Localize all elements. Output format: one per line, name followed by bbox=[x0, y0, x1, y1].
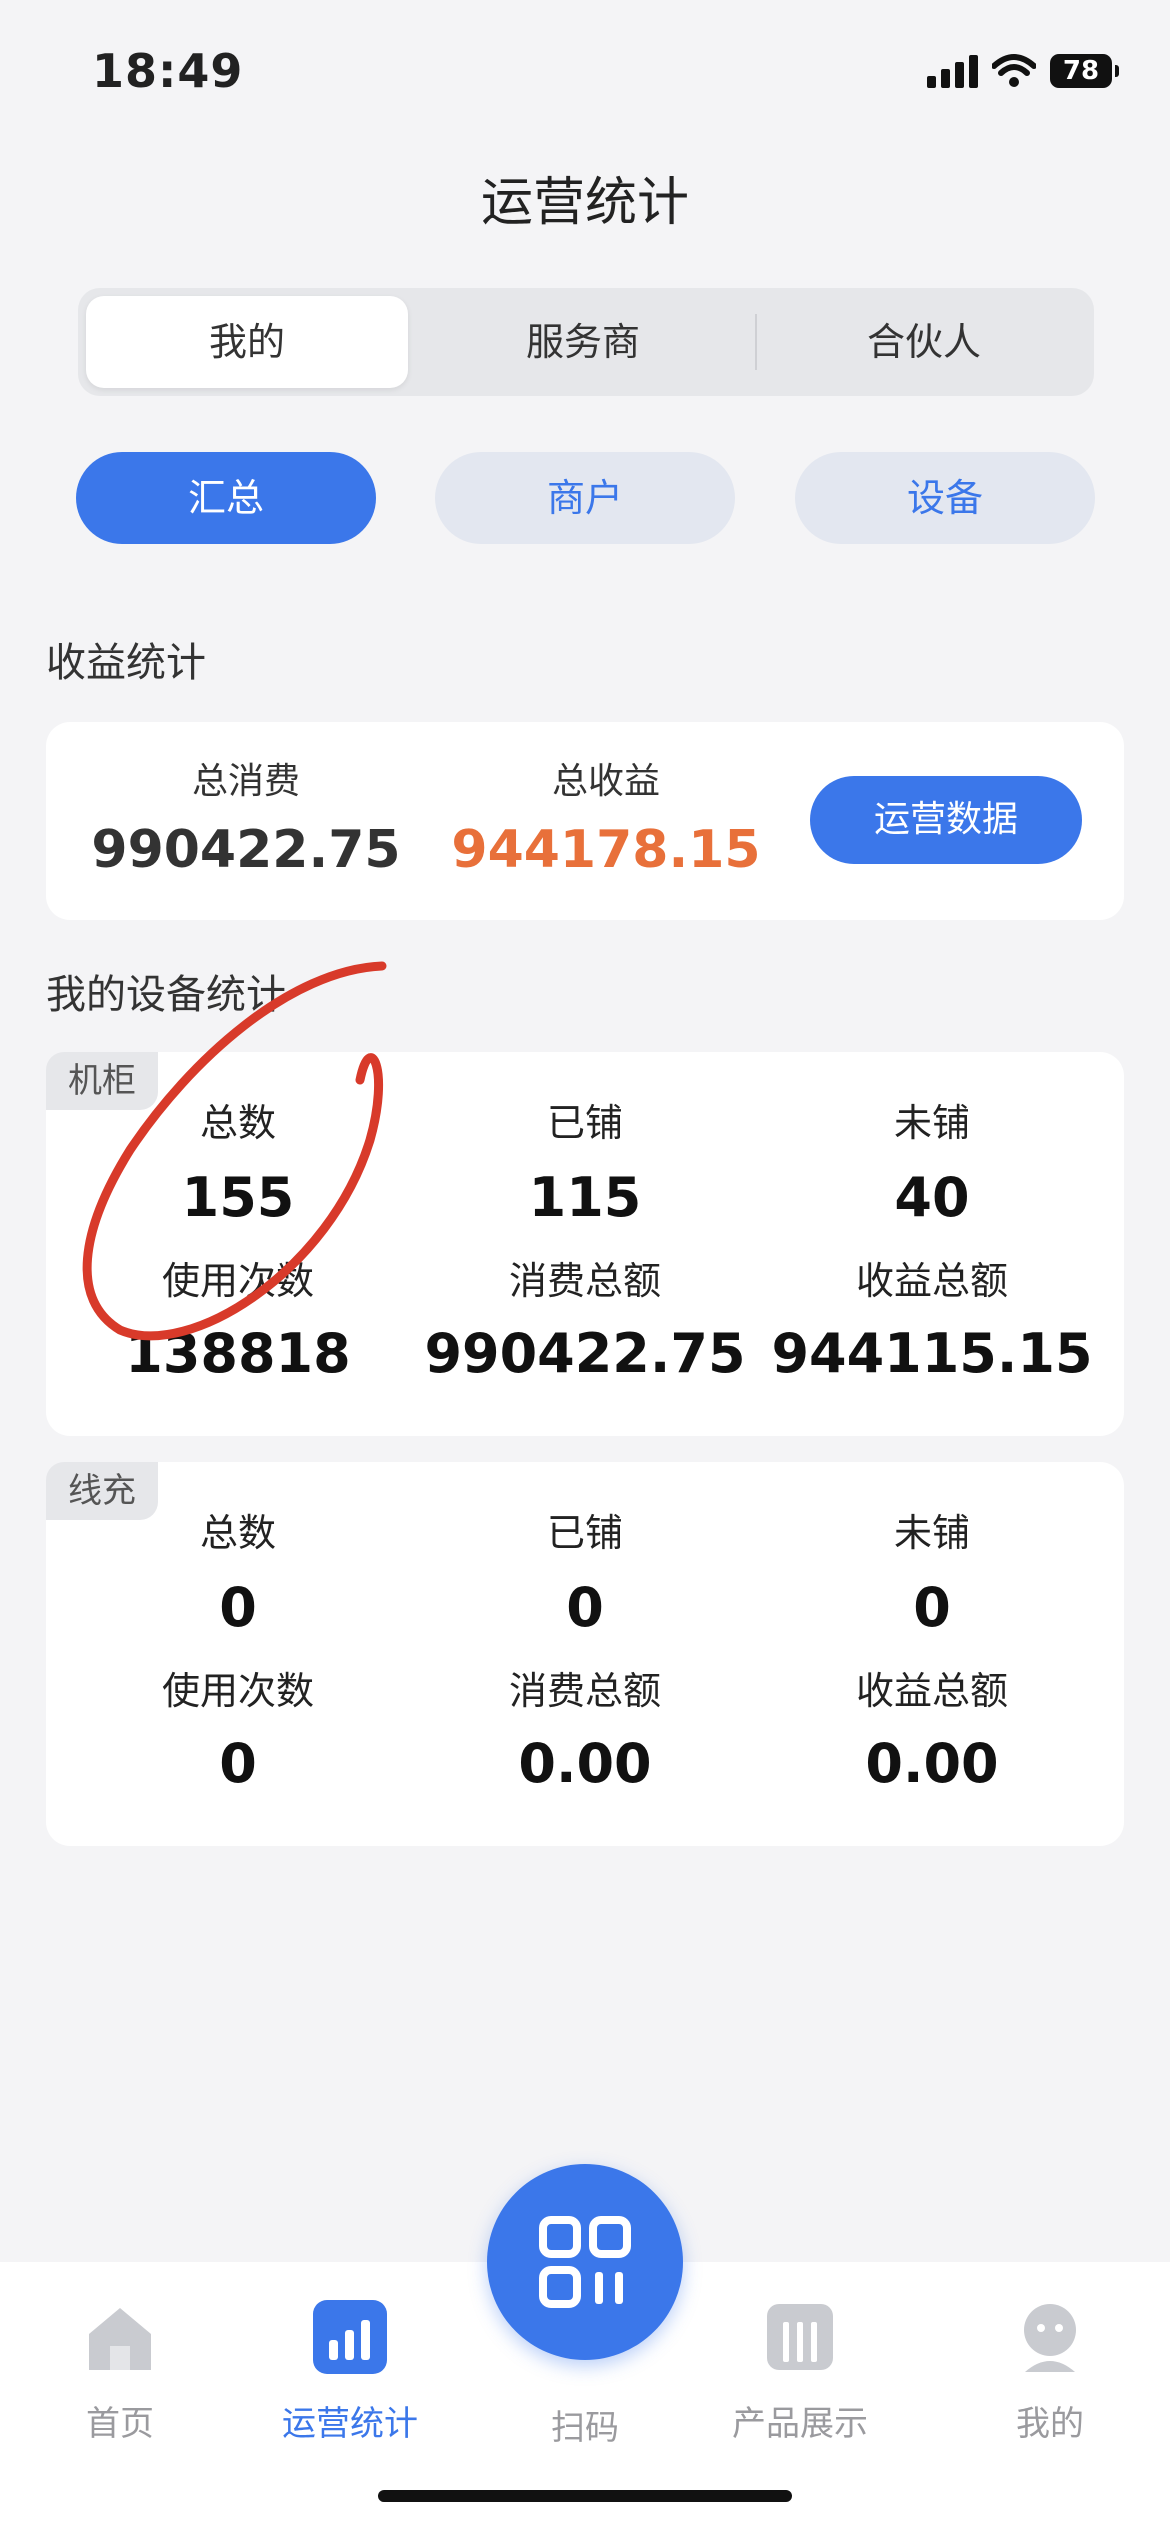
wifi-icon bbox=[992, 54, 1036, 87]
filter-device-button[interactable]: 设备 bbox=[795, 452, 1095, 544]
cable-total-label: 总数 bbox=[199, 1511, 276, 1555]
scan-label: 扫码 bbox=[551, 2408, 619, 2448]
segment-divider bbox=[755, 314, 757, 370]
tab-operation-stats[interactable]: 运营统计 bbox=[250, 2300, 450, 2445]
tab-products-label: 产品展示 bbox=[732, 2404, 868, 2444]
cable-total-value: 0 bbox=[219, 1576, 257, 1639]
cable-income-value: 0.00 bbox=[865, 1732, 999, 1795]
total-income-label: 总收益 bbox=[551, 761, 660, 802]
home-indicator bbox=[378, 2490, 792, 2502]
tab-profile-label: 我的 bbox=[1016, 2404, 1084, 2444]
filter-merchant-button[interactable]: 商户 bbox=[435, 452, 735, 544]
profile-icon bbox=[1024, 2304, 1076, 2372]
segment-mine[interactable]: 我的 bbox=[86, 296, 408, 388]
tab-home-label: 首页 bbox=[86, 2404, 154, 2444]
scan-button[interactable] bbox=[487, 2164, 683, 2360]
operation-data-button[interactable]: 运营数据 bbox=[810, 776, 1082, 864]
total-consumption-value: 990422.75 bbox=[91, 820, 401, 880]
scan-icon bbox=[539, 2216, 631, 2308]
tab-home[interactable]: 首页 bbox=[20, 2300, 220, 2445]
cabinet-undeployed-value: 40 bbox=[894, 1166, 970, 1229]
status-time: 18:49 bbox=[92, 44, 244, 98]
home-icon bbox=[89, 2308, 151, 2370]
battery-icon: 78 bbox=[1050, 54, 1119, 88]
cabinet-undeployed-label: 未铺 bbox=[893, 1101, 970, 1145]
page-title: 运营统计 bbox=[480, 173, 689, 233]
status-icons: 78 bbox=[927, 54, 1119, 88]
red-circle-annotation bbox=[82, 961, 387, 1341]
cabinet-income-value: 944115.15 bbox=[771, 1322, 1093, 1385]
revenue-section-title: 收益统计 bbox=[46, 640, 206, 686]
role-segmented-control: 我的 服务商 合伙人 bbox=[78, 288, 1094, 396]
segment-service-provider[interactable]: 服务商 bbox=[418, 296, 748, 388]
segment-partner[interactable]: 合伙人 bbox=[762, 296, 1086, 388]
cabinet-consumption-label: 消费总额 bbox=[508, 1259, 661, 1303]
cabinet-income-label: 收益总额 bbox=[855, 1259, 1008, 1303]
cabinet-deployed-value: 115 bbox=[528, 1166, 642, 1229]
product-icon bbox=[767, 2304, 833, 2370]
tab-products[interactable]: 产品展示 bbox=[700, 2300, 900, 2445]
tab-operation-stats-label: 运营统计 bbox=[282, 2404, 418, 2444]
cable-undeployed-value: 0 bbox=[913, 1576, 951, 1639]
cable-usage-label: 使用次数 bbox=[161, 1669, 314, 1713]
cable-usage-value: 0 bbox=[219, 1732, 257, 1795]
bar-chart-icon bbox=[313, 2300, 387, 2374]
total-income-value: 944178.15 bbox=[451, 820, 761, 880]
filter-summary-button[interactable]: 汇总 bbox=[76, 452, 376, 544]
cable-deployed-label: 已铺 bbox=[546, 1511, 623, 1555]
tab-profile[interactable]: 我的 bbox=[950, 2300, 1150, 2445]
cabinet-deployed-label: 已铺 bbox=[546, 1101, 623, 1145]
cable-consumption-value: 0.00 bbox=[518, 1732, 652, 1795]
cellular-signal-icon bbox=[927, 54, 978, 88]
cabinet-consumption-value: 990422.75 bbox=[424, 1322, 746, 1385]
cable-deployed-value: 0 bbox=[566, 1576, 604, 1639]
cable-consumption-label: 消费总额 bbox=[508, 1669, 661, 1713]
total-consumption-label: 总消费 bbox=[191, 761, 300, 802]
cable-income-label: 收益总额 bbox=[855, 1669, 1008, 1713]
cable-undeployed-label: 未铺 bbox=[893, 1511, 970, 1555]
